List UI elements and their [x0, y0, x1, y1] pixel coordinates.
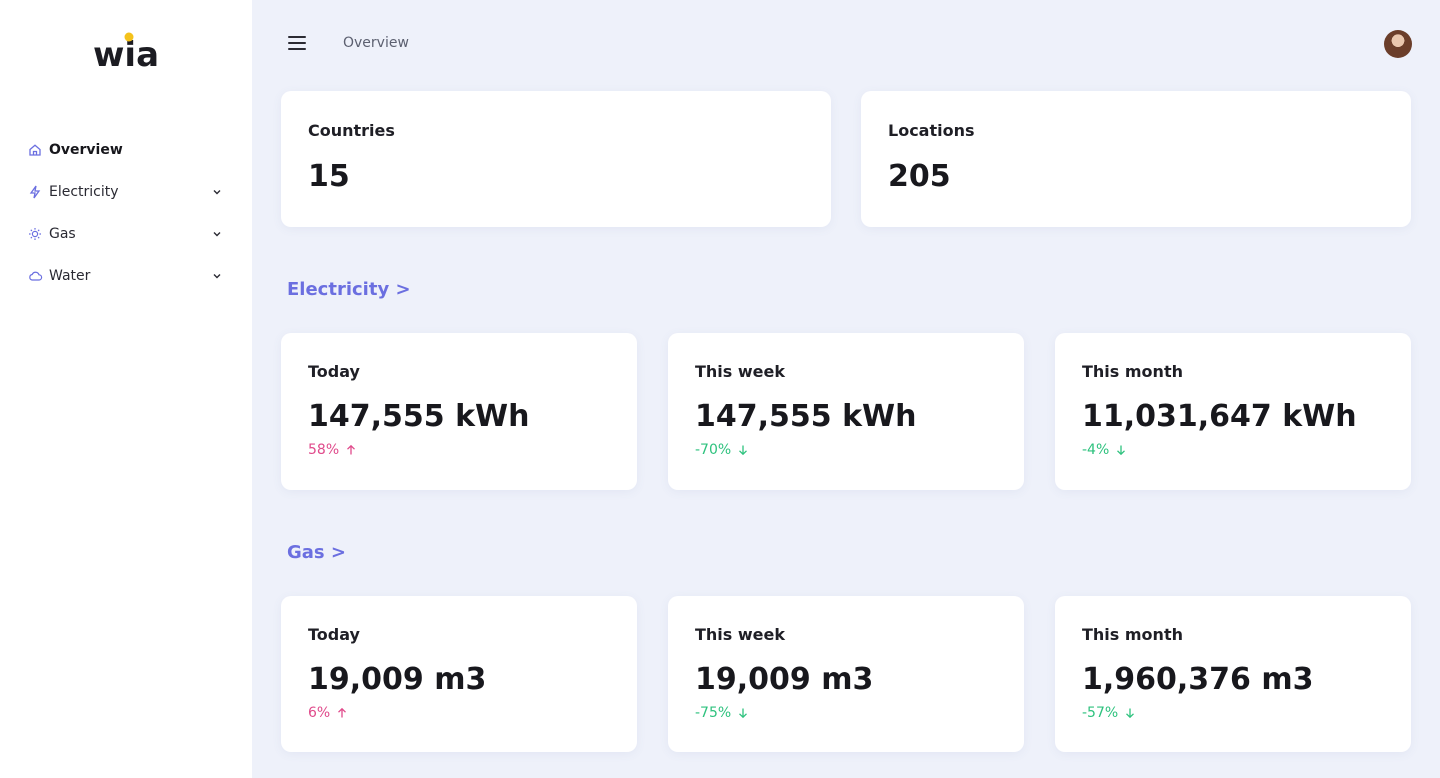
electricity-today-card: Today 147,555 kWh 58% [281, 333, 637, 490]
electricity-section-link[interactable]: Electricity > [287, 279, 411, 300]
card-value: 19,009 m3 [308, 662, 487, 697]
card-delta: -70% [695, 442, 749, 458]
arrow-up-icon [347, 444, 356, 455]
gas-week-card: This week 19,009 m3 -75% [668, 596, 1024, 752]
card-label: Today [308, 625, 360, 644]
card-label: Today [308, 362, 360, 381]
countries-card: Countries 15 [281, 91, 831, 227]
delta-value: -75% [695, 705, 732, 721]
sidebar-item-label: Water [49, 268, 91, 284]
card-label: This month [1082, 362, 1183, 381]
delta-value: 6% [308, 705, 331, 721]
card-label: Locations [888, 121, 975, 140]
sidebar-item-label: Overview [49, 142, 123, 158]
lightning-icon [27, 184, 43, 200]
card-label: This week [695, 362, 786, 381]
delta-value: -57% [1082, 705, 1119, 721]
chevron-down-icon[interactable] [211, 228, 223, 240]
delta-value: 58% [308, 442, 340, 458]
gas-today-card: Today 19,009 m3 6% [281, 596, 637, 752]
delta-value: -70% [695, 442, 732, 458]
card-delta: -4% [1082, 442, 1127, 458]
sidebar: wia Overview Electricity Gas Water [0, 0, 252, 778]
card-value: 205 [888, 159, 951, 194]
sidebar-item-electricity[interactable]: Electricity [27, 171, 227, 213]
card-value: 1,960,376 m3 [1082, 662, 1314, 697]
sidebar-item-gas[interactable]: Gas [27, 213, 227, 255]
card-delta: -57% [1082, 705, 1136, 721]
card-value: 147,555 kWh [308, 399, 530, 434]
avatar[interactable] [1384, 30, 1412, 58]
main-content: Overview Countries 15 Locations 205 Elec… [252, 0, 1440, 778]
sidebar-item-label: Gas [49, 226, 76, 242]
locations-card: Locations 205 [861, 91, 1411, 227]
arrow-up-icon [338, 707, 347, 718]
home-icon [27, 142, 43, 158]
card-delta: -75% [695, 705, 749, 721]
arrow-down-icon [1126, 708, 1135, 719]
gas-month-card: This month 1,960,376 m3 -57% [1055, 596, 1411, 752]
card-delta: 6% [308, 705, 348, 721]
card-label: Countries [308, 121, 395, 140]
sidebar-item-overview[interactable]: Overview [27, 129, 227, 171]
sun-icon [27, 226, 43, 242]
top-bar: Overview [252, 0, 1440, 90]
cloud-icon [27, 268, 43, 284]
chevron-down-icon[interactable] [211, 186, 223, 198]
logo-dot [124, 32, 134, 42]
electricity-month-card: This month 11,031,647 kWh -4% [1055, 333, 1411, 490]
gas-section-link[interactable]: Gas > [287, 542, 346, 563]
card-value: 15 [308, 159, 350, 194]
card-value: 11,031,647 kWh [1082, 399, 1357, 434]
card-label: This month [1082, 625, 1183, 644]
card-value: 19,009 m3 [695, 662, 874, 697]
breadcrumb: Overview [343, 35, 409, 51]
sidebar-item-water[interactable]: Water [27, 255, 227, 297]
hamburger-icon[interactable] [288, 36, 306, 52]
electricity-week-card: This week 147,555 kWh -70% [668, 333, 1024, 490]
arrow-down-icon [739, 708, 748, 719]
delta-value: -4% [1082, 442, 1110, 458]
arrow-down-icon [1117, 445, 1126, 456]
card-delta: 58% [308, 442, 357, 458]
sidebar-nav: Overview Electricity Gas Water [27, 129, 227, 297]
sidebar-item-label: Electricity [49, 184, 119, 200]
card-label: This week [695, 625, 786, 644]
arrow-down-icon [739, 445, 748, 456]
wia-logo[interactable]: wia [93, 30, 159, 70]
chevron-down-icon[interactable] [211, 270, 223, 282]
card-value: 147,555 kWh [695, 399, 917, 434]
app-shell: wia Overview Electricity Gas Water Overv… [0, 0, 1440, 778]
